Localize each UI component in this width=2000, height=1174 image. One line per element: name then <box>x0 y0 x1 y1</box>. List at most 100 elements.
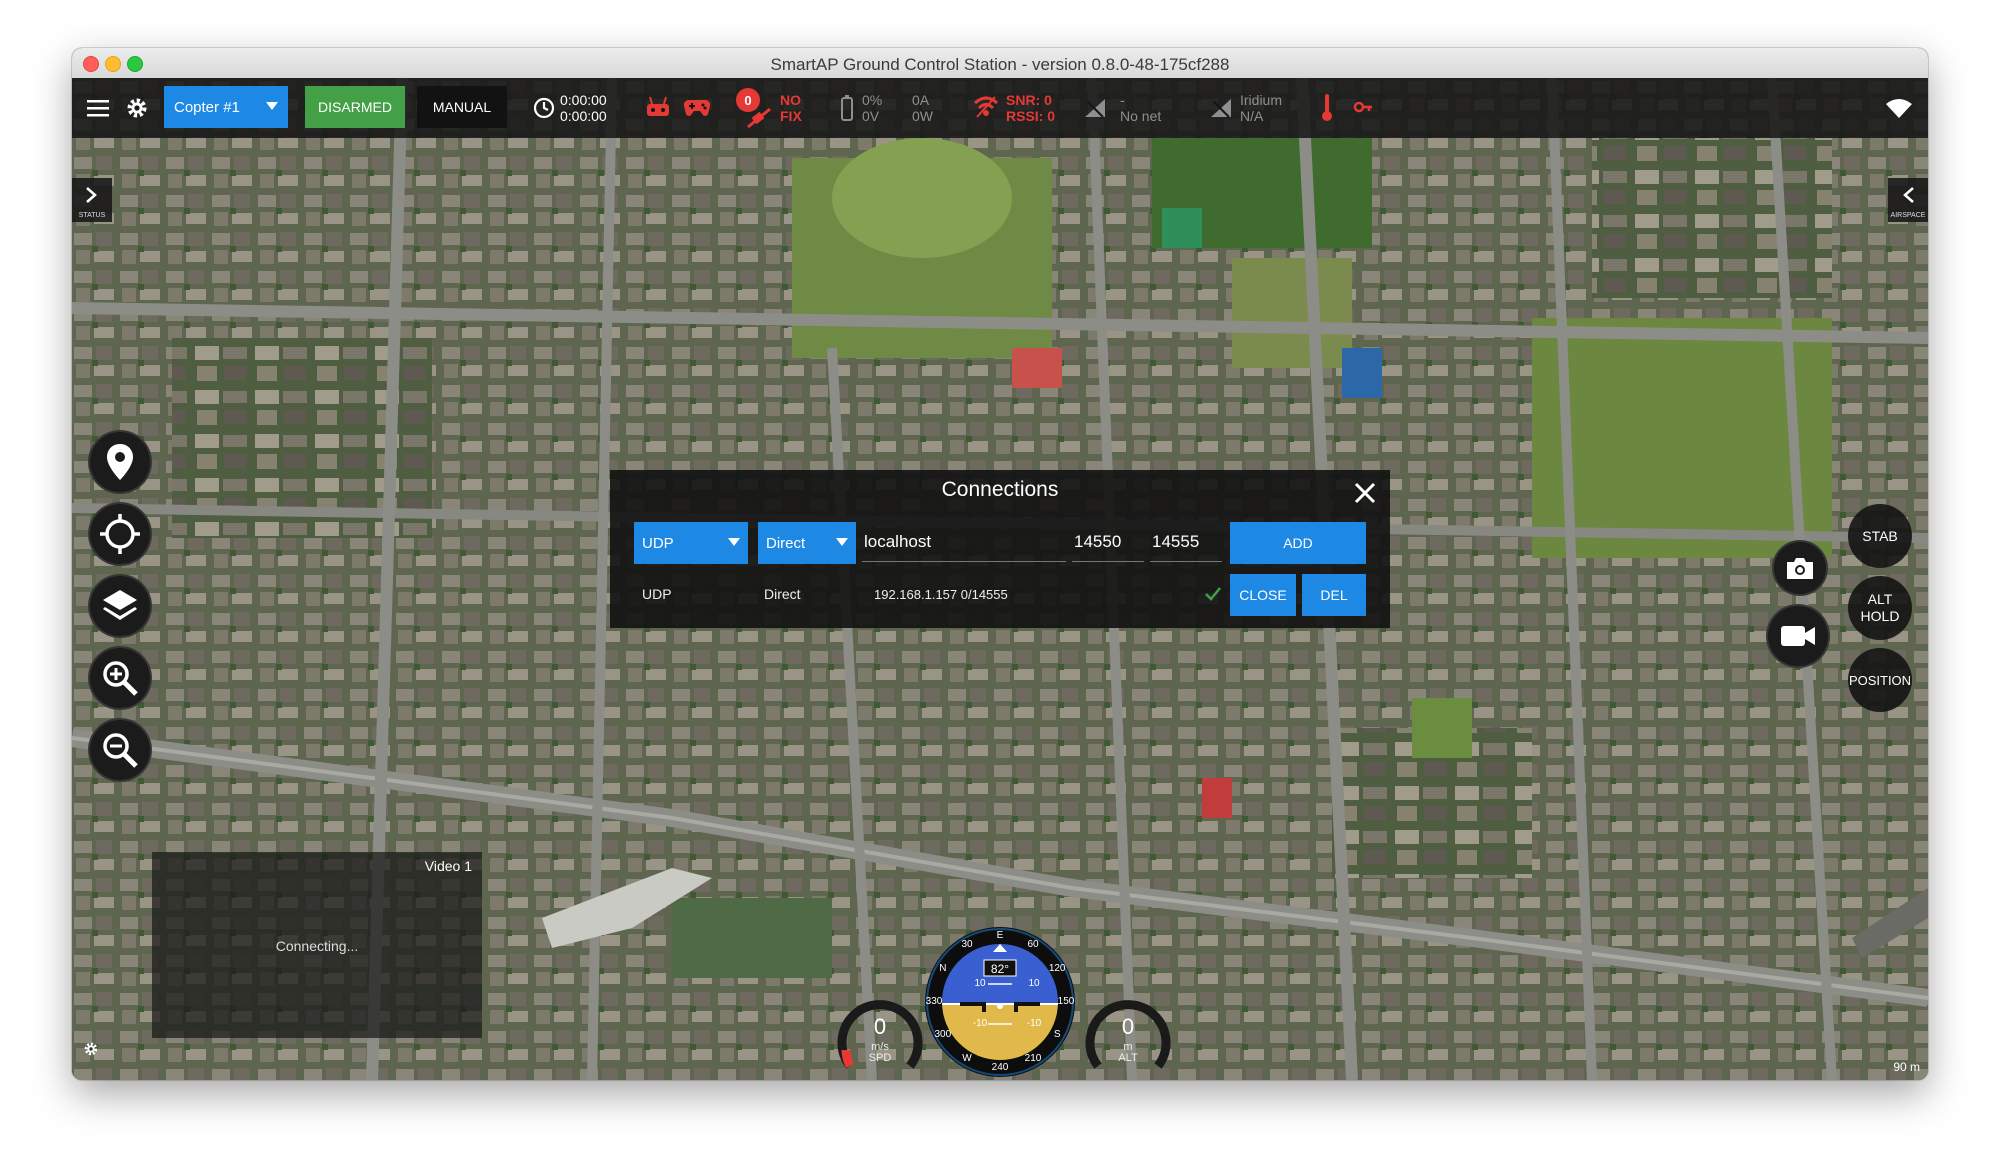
heading-value: 82° <box>990 962 1010 976</box>
wifi-icon[interactable] <box>1884 96 1914 120</box>
iridium-value: N/A <box>1240 108 1264 124</box>
compass-label: W <box>962 1053 972 1065</box>
iridium-label: Iridium <box>1240 92 1283 108</box>
delete-connection-button[interactable]: DEL <box>1302 574 1366 616</box>
compass-label: N <box>939 963 947 974</box>
rssi-value: RSSI: 0 <box>1006 108 1056 124</box>
compass-label: E <box>996 930 1004 941</box>
existing-address: 192.168.1.157 0/14555 <box>874 587 1008 602</box>
zoom-in-button[interactable] <box>88 646 152 710</box>
remote-port-input[interactable] <box>1150 522 1222 562</box>
iridium-signal-icon <box>1208 96 1234 120</box>
compass-label: S <box>1053 1029 1061 1040</box>
connections-dialog: Connections UDP Direct ADD UDP Direct 19… <box>610 470 1390 628</box>
pitch-label: 10 <box>1028 978 1040 989</box>
close-connection-button[interactable]: CLOSE <box>1230 574 1296 616</box>
video-panel[interactable]: Video 1 Connecting... <box>152 852 482 1038</box>
map-scale: 90 m <box>1893 1060 1920 1074</box>
chevron-left-icon <box>1903 187 1914 203</box>
gps-status-line2: FIX <box>780 108 802 124</box>
pitch-label: 10 <box>974 978 986 989</box>
key-icon <box>1352 96 1374 118</box>
status-tab-label: STATUS <box>78 212 106 219</box>
crosshair-icon <box>100 514 140 554</box>
airspace-panel-toggle[interactable]: AIRSPACE <box>1888 178 1928 222</box>
zoom-out-button[interactable] <box>88 718 152 782</box>
layers-icon <box>103 590 137 620</box>
battery-current: 0A <box>912 92 930 108</box>
add-connection-button[interactable]: ADD <box>1230 522 1366 564</box>
chevron-down-icon <box>728 538 740 546</box>
video-record-button[interactable] <box>1766 604 1830 668</box>
vehicle-select[interactable]: Copter #1 <box>164 86 288 128</box>
signal-icon <box>972 94 1000 120</box>
iridium-status: Iridium N/A <box>1240 92 1282 124</box>
arm-state-button[interactable]: DISARMED <box>305 86 405 128</box>
mode-alt-hold-button[interactable]: ALT HOLD <box>1848 576 1912 640</box>
protocol-select[interactable]: UDP <box>634 522 748 564</box>
satellite-icon <box>744 106 774 130</box>
center-location-button[interactable] <box>88 502 152 566</box>
battery-icon <box>840 94 854 122</box>
connection-mode-value: Direct <box>766 534 806 552</box>
timers: 0:00:00 0:00:00 <box>560 92 607 124</box>
connection-mode-select[interactable]: Direct <box>758 522 856 564</box>
snr-value: SNR: 0 <box>1006 92 1052 108</box>
dialog-close-button[interactable] <box>1350 478 1380 508</box>
map-pin-icon <box>107 444 133 480</box>
network-dash: - <box>1120 92 1125 108</box>
video-status: Connecting... <box>275 938 359 954</box>
link-quality: SNR: 0 RSSI: 0 <box>1006 92 1055 124</box>
compass-label: 300 <box>934 1029 952 1040</box>
local-port-input[interactable] <box>1072 522 1144 562</box>
pitch-label: -10 <box>972 1018 988 1029</box>
pitch-label: -10 <box>1026 1018 1042 1029</box>
compass-label: 240 <box>991 1062 1009 1073</box>
rc-controller-icon <box>644 94 672 120</box>
zoom-in-icon <box>103 661 138 696</box>
connections-title: Connections <box>941 478 1059 501</box>
speed-label: SPD <box>868 1052 892 1064</box>
flight-mode-button[interactable]: MANUAL <box>417 86 507 128</box>
mode-stab-button[interactable]: STAB <box>1848 504 1912 568</box>
clock-icon <box>532 96 556 120</box>
top-toolbar: Copter #1 DISARMED MANUAL 0:00:00 0:00:0… <box>72 78 1928 138</box>
video-label: Video 1 <box>424 858 472 874</box>
zoom-out-icon <box>103 733 138 768</box>
app-window: SmartAP Ground Control Station - version… <box>72 48 1928 1080</box>
status-panel-toggle[interactable]: STATUS <box>72 178 112 222</box>
menu-icon[interactable] <box>86 96 110 120</box>
mode-position-button[interactable]: POSITION <box>1848 648 1912 712</box>
window-titlebar: SmartAP Ground Control Station - version… <box>72 48 1928 79</box>
chevron-right-icon <box>86 187 97 203</box>
flight-timer: 0:00:00 <box>560 92 607 108</box>
total-timer: 0:00:00 <box>560 108 607 124</box>
compass-label: 150 <box>1057 996 1075 1007</box>
alt-hold-line2: HOLD <box>1860 608 1900 624</box>
photo-capture-button[interactable] <box>1772 540 1828 596</box>
altitude-value: 0 <box>1121 1014 1135 1039</box>
map-layers-button[interactable] <box>88 574 152 638</box>
existing-mode: Direct <box>764 586 801 602</box>
video-settings-icon[interactable] <box>82 1040 100 1058</box>
airspace-tab-label: AIRSPACE <box>1890 212 1926 219</box>
battery-power: 0W <box>912 108 933 124</box>
video-camera-icon <box>1781 626 1815 646</box>
chevron-down-icon <box>266 102 278 110</box>
gamepad-icon <box>682 94 712 120</box>
protocol-select-value: UDP <box>642 534 674 552</box>
connected-check-icon <box>1205 587 1221 601</box>
compass-label: 330 <box>925 996 943 1007</box>
host-input[interactable] <box>862 522 1066 562</box>
alt-hold-line1: ALT <box>1867 591 1893 607</box>
gear-icon[interactable] <box>124 95 150 121</box>
network-status: - No net <box>1120 92 1161 124</box>
app-content: Copter #1 DISARMED MANUAL 0:00:00 0:00:0… <box>72 78 1928 1080</box>
waypoint-tool-button[interactable] <box>88 430 152 494</box>
gps-status: NO FIX <box>780 92 802 124</box>
speed-value: 0 <box>873 1014 887 1039</box>
battery-voltage: 0V <box>862 108 880 124</box>
network-status-text: No net <box>1120 108 1162 124</box>
thermometer-icon <box>1320 92 1334 122</box>
alt-hold-label: ALT HOLD <box>1861 591 1900 625</box>
